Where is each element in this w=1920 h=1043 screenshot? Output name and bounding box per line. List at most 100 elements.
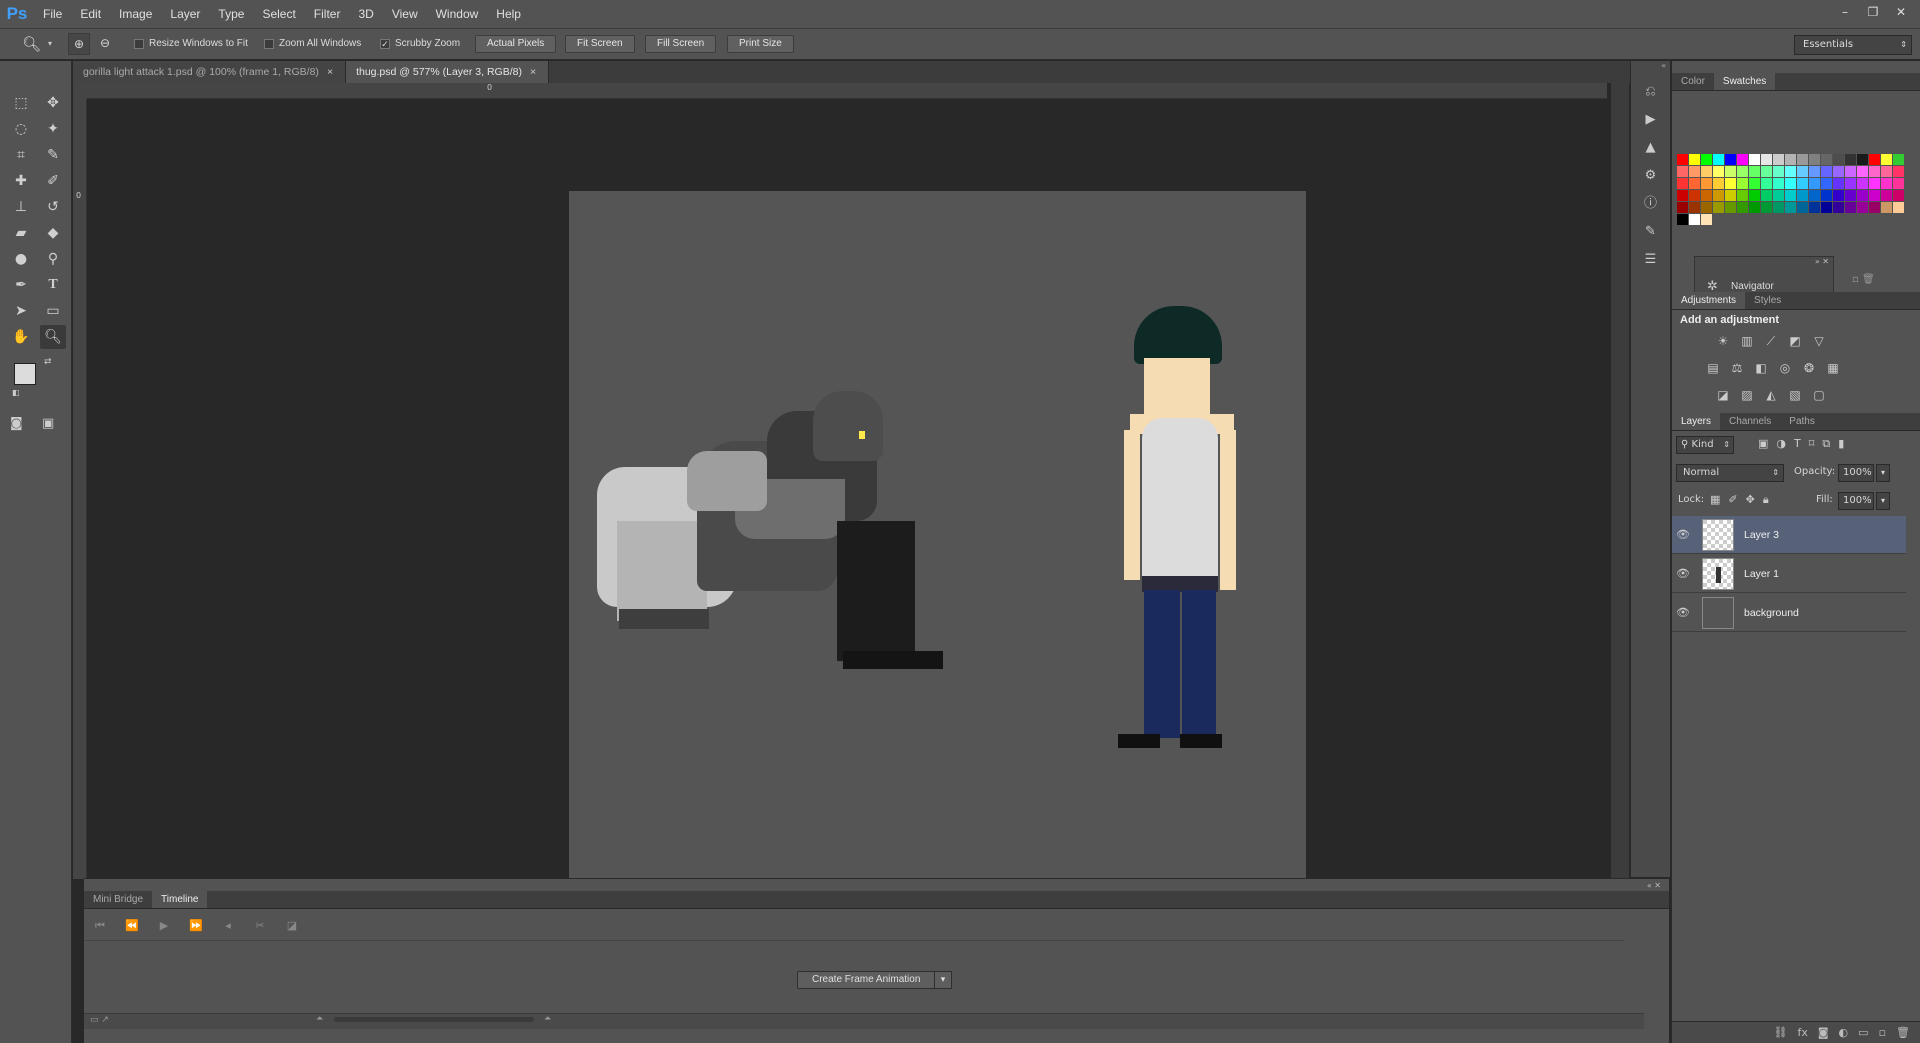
- swatch-94[interactable]: [1892, 201, 1904, 213]
- lock-position-icon[interactable]: ✥: [1746, 493, 1755, 507]
- checkbox-box[interactable]: [134, 38, 144, 49]
- layer-name[interactable]: background: [1744, 607, 1799, 619]
- checkbox-box[interactable]: [264, 38, 274, 49]
- close-tab-icon[interactable]: ×: [327, 66, 333, 78]
- swatch-62[interactable]: [1736, 189, 1748, 201]
- zoom-in-mountain-icon[interactable]: ⏶: [544, 1014, 551, 1024]
- swatch-37[interactable]: [1892, 165, 1904, 177]
- swatch-38[interactable]: [1676, 177, 1688, 189]
- collapse-dock-icon[interactable]: «: [1631, 61, 1670, 75]
- levels-icon[interactable]: ▥: [1738, 333, 1756, 349]
- curves-icon[interactable]: ⟋: [1762, 333, 1780, 349]
- swatch-58[interactable]: [1688, 189, 1700, 201]
- swatch-55[interactable]: [1880, 177, 1892, 189]
- swatch-12[interactable]: [1820, 153, 1832, 165]
- next-frame-icon[interactable]: ⏩: [186, 919, 206, 932]
- hand-tool-icon[interactable]: ✋: [8, 325, 34, 349]
- create-frame-animation-button[interactable]: Create Frame Animation: [797, 971, 936, 989]
- tool-preset-dropdown-icon[interactable]: ▾: [48, 39, 52, 48]
- tool-presets-panel-icon[interactable]: ☰: [1638, 249, 1664, 271]
- path-selection-tool-icon[interactable]: ➤: [8, 299, 34, 323]
- fit-screen-button[interactable]: Fit Screen: [565, 35, 635, 53]
- swatch-68[interactable]: [1808, 189, 1820, 201]
- swatch-23[interactable]: [1724, 165, 1736, 177]
- hue-saturation-icon[interactable]: ▤: [1704, 360, 1722, 376]
- swatch-84[interactable]: [1772, 201, 1784, 213]
- black-white-icon[interactable]: ◧: [1752, 360, 1770, 376]
- delete-layer-icon[interactable]: 🗑︎: [1896, 1026, 1910, 1039]
- pixel-filter-icon[interactable]: ▣: [1758, 437, 1768, 451]
- swatch-96[interactable]: [1688, 213, 1700, 225]
- marquee-tool-icon[interactable]: ⬚: [8, 91, 34, 115]
- lasso-tool-icon[interactable]: ◌: [8, 117, 34, 141]
- zoom-in-icon[interactable]: ⊕: [68, 33, 90, 55]
- fill-screen-button[interactable]: Fill Screen: [645, 35, 717, 53]
- swatch-69[interactable]: [1820, 189, 1832, 201]
- paint-bucket-tool-icon[interactable]: ◆: [40, 221, 66, 245]
- swatch-35[interactable]: [1868, 165, 1880, 177]
- swatch-53[interactable]: [1856, 177, 1868, 189]
- zoom-tool-active-icon[interactable]: 🔍︎: [40, 325, 66, 349]
- layer-filter-kind-select[interactable]: ⚲ Kind ⇕: [1676, 436, 1734, 454]
- minimize-button[interactable]: –: [1834, 4, 1856, 20]
- canvas-vertical-scrollbar[interactable]: [1611, 83, 1629, 879]
- brightness-icon[interactable]: ☀: [1714, 333, 1732, 349]
- checkbox-checked[interactable]: ✓: [380, 38, 390, 49]
- tab-swatches[interactable]: Swatches: [1713, 73, 1776, 90]
- layer-row-background[interactable]: 👁︎ background: [1672, 594, 1906, 632]
- canvas-area[interactable]: [87, 99, 1607, 879]
- swatch-33[interactable]: [1844, 165, 1856, 177]
- tab-timeline[interactable]: Timeline: [152, 891, 208, 908]
- swatch-3[interactable]: [1712, 153, 1724, 165]
- gradient-map-icon[interactable]: ▧: [1786, 387, 1804, 403]
- menu-filter[interactable]: Filter: [305, 0, 350, 28]
- type-filter-icon[interactable]: T: [1794, 437, 1801, 451]
- tab-gorilla-document[interactable]: gorilla light attack 1.psd @ 100% (frame…: [73, 61, 347, 83]
- swatch-52[interactable]: [1844, 177, 1856, 189]
- type-tool-icon[interactable]: T: [40, 273, 66, 297]
- convert-timeline-icon[interactable]: ▭ ↗: [90, 1015, 109, 1025]
- add-mask-icon[interactable]: ◙: [1818, 1026, 1829, 1039]
- new-group-icon[interactable]: ▭: [1858, 1026, 1868, 1039]
- swatch-42[interactable]: [1724, 177, 1736, 189]
- swatch-66[interactable]: [1784, 189, 1796, 201]
- swatch-59[interactable]: [1700, 189, 1712, 201]
- history-panel-icon[interactable]: ⎌: [1638, 81, 1664, 103]
- menu-image[interactable]: Image: [110, 0, 161, 28]
- swatch-97[interactable]: [1700, 213, 1712, 225]
- default-colors-icon[interactable]: ◧: [12, 388, 20, 397]
- transition-icon[interactable]: ◪: [282, 919, 302, 932]
- swatch-65[interactable]: [1772, 189, 1784, 201]
- swatch-81[interactable]: [1736, 201, 1748, 213]
- smart-object-filter-icon[interactable]: ⧉: [1822, 437, 1830, 451]
- swatch-77[interactable]: [1688, 201, 1700, 213]
- swatch-27[interactable]: [1772, 165, 1784, 177]
- tab-mini-bridge[interactable]: Mini Bridge: [84, 891, 152, 908]
- swatch-39[interactable]: [1688, 177, 1700, 189]
- clone-stamp-tool-icon[interactable]: ⊥: [8, 195, 34, 219]
- swatch-20[interactable]: [1688, 165, 1700, 177]
- print-size-button[interactable]: Print Size: [727, 35, 794, 53]
- swatch-57[interactable]: [1676, 189, 1688, 201]
- invert-icon[interactable]: ◪: [1714, 387, 1732, 403]
- eraser-tool-icon[interactable]: ▰: [8, 221, 34, 245]
- zoom-all-windows-checkbox[interactable]: Zoom All Windows: [264, 38, 361, 49]
- swatch-26[interactable]: [1760, 165, 1772, 177]
- navigator-controls-icon[interactable]: » ✕: [1815, 257, 1829, 266]
- swatch-19[interactable]: [1676, 165, 1688, 177]
- swatch-22[interactable]: [1712, 165, 1724, 177]
- swatch-78[interactable]: [1700, 201, 1712, 213]
- play-icon[interactable]: ▶: [154, 919, 174, 932]
- screen-mode-icon[interactable]: ▣: [42, 416, 54, 431]
- swatch-43[interactable]: [1736, 177, 1748, 189]
- previous-frame-icon[interactable]: ⏪: [122, 919, 142, 932]
- dodge-tool-icon[interactable]: ⚲: [40, 247, 66, 271]
- adjustment-filter-icon[interactable]: ◑: [1776, 437, 1786, 451]
- swatch-29[interactable]: [1796, 165, 1808, 177]
- tab-color[interactable]: Color: [1672, 73, 1714, 90]
- swatch-1[interactable]: [1688, 153, 1700, 165]
- swatch-79[interactable]: [1712, 201, 1724, 213]
- layer-row-layer-3[interactable]: 👁︎ Layer 3: [1672, 516, 1906, 554]
- color-balance-icon[interactable]: ⚖: [1728, 360, 1746, 376]
- swatch-92[interactable]: [1868, 201, 1880, 213]
